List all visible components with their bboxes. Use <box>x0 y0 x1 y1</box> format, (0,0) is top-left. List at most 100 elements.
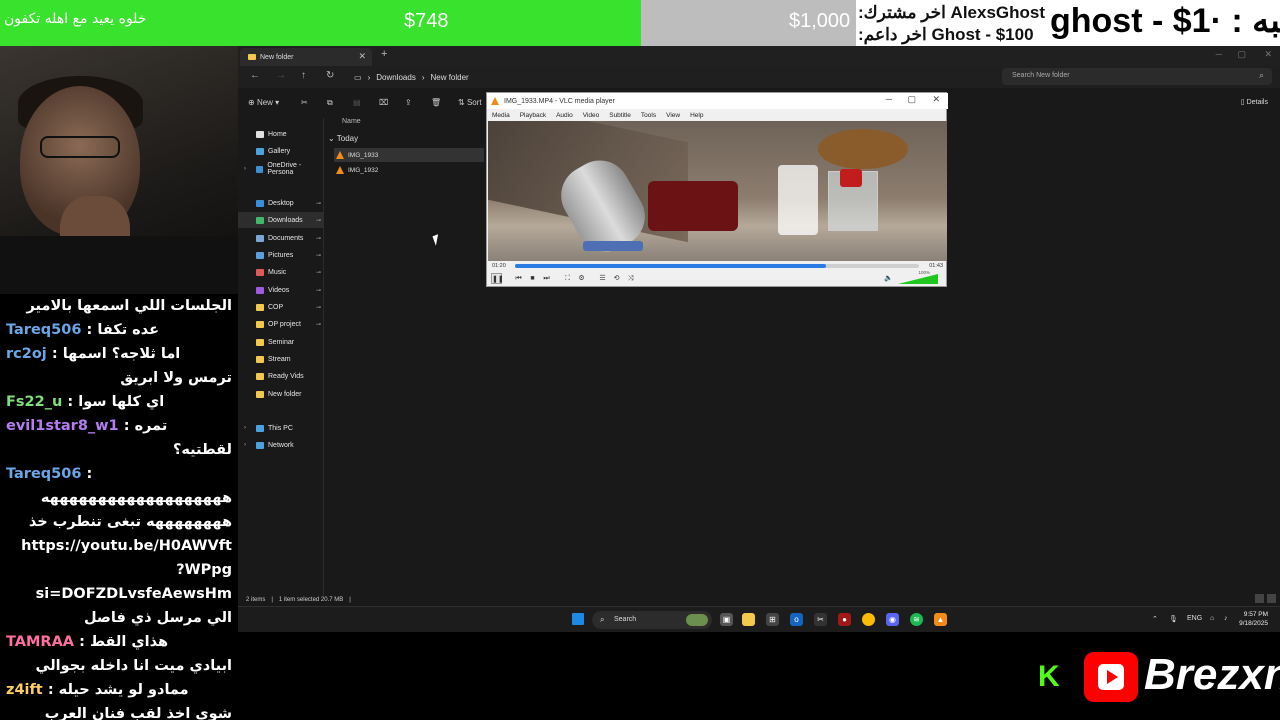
close-tab-icon[interactable]: ✕ <box>358 51 366 62</box>
folder-icon <box>256 286 264 294</box>
nav-item-new-folder[interactable]: New folder <box>238 386 324 402</box>
playlist-icon[interactable]: ☰ <box>597 273 608 284</box>
extended-settings-icon[interactable]: ⚙ <box>576 273 587 284</box>
nav-item-downloads[interactable]: Downloads ⊸ <box>238 212 324 228</box>
chat-username[interactable]: z4ift <box>6 682 43 698</box>
vlc-menu-subtitle[interactable]: Subtitle <box>609 112 631 119</box>
vlc-video-frame[interactable] <box>488 121 947 261</box>
vlc-menu-audio[interactable]: Audio <box>556 112 573 119</box>
capcut-icon[interactable]: ✂ <box>814 613 827 626</box>
nav-item-gallery[interactable]: Gallery <box>238 143 324 159</box>
file-row[interactable]: IMG_1932 <box>334 163 484 177</box>
start-icon[interactable] <box>572 613 584 625</box>
chat-username[interactable]: evil1star8_w1 <box>6 418 119 434</box>
file-explorer-icon[interactable] <box>742 613 755 626</box>
vlc-close-icon[interactable]: ✕ <box>932 94 940 105</box>
details-view-icon[interactable] <box>1255 594 1264 603</box>
share-icon[interactable]: ⇪ <box>405 98 412 107</box>
outlook-icon[interactable]: o <box>790 613 803 626</box>
stop-icon[interactable]: ■ <box>527 273 538 284</box>
chat-username[interactable]: rc2oj <box>6 346 47 362</box>
expand-chevron-icon[interactable]: › <box>244 166 246 172</box>
nav-item-music[interactable]: Music ⊸ <box>238 264 324 280</box>
expand-chevron-icon[interactable]: › <box>244 425 246 431</box>
nav-item-stream[interactable]: Stream <box>238 351 324 367</box>
chrome-icon[interactable] <box>862 613 875 626</box>
group-header-today[interactable]: ⌄ Today <box>328 134 358 143</box>
paste-icon[interactable]: ▤ <box>353 98 361 107</box>
speaker-icon[interactable]: ♪ <box>1224 615 1228 622</box>
back-icon[interactable]: ← <box>250 70 260 81</box>
copy-icon[interactable]: ⧉ <box>327 98 333 108</box>
vlc-taskbar-icon[interactable]: ▲ <box>934 613 947 626</box>
rename-icon[interactable]: ⌧ <box>379 98 388 107</box>
minimize-icon[interactable]: ─ <box>1216 49 1222 59</box>
add-tab-icon[interactable]: + <box>381 48 387 60</box>
vlc-menu-help[interactable]: Help <box>690 112 703 119</box>
language-indicator[interactable]: ENG <box>1187 615 1202 622</box>
taskbar-search[interactable]: ⌕ Search <box>592 611 712 629</box>
vlc-maximize-icon[interactable]: ▢ <box>907 94 916 105</box>
spotify-icon[interactable]: ≋ <box>910 613 923 626</box>
tab-new-folder[interactable]: New folder ✕ <box>240 48 372 66</box>
forward-icon[interactable]: → <box>276 70 286 81</box>
volume-slider[interactable]: 100% <box>898 270 938 284</box>
vlc-seek-track[interactable] <box>515 264 919 268</box>
vlc-menu-playback[interactable]: Playback <box>520 112 546 119</box>
loop-icon[interactable]: ⟲ <box>611 273 622 284</box>
nav-item-seminar[interactable]: Seminar <box>238 334 324 350</box>
sort-button[interactable]: ⇅ Sort <box>458 98 482 107</box>
chat-username[interactable]: Fs22_u <box>6 394 62 410</box>
store-icon[interactable]: ⊞ <box>766 613 779 626</box>
nav-item-ready-vids[interactable]: Ready Vids <box>238 368 324 384</box>
new-button[interactable]: ⊕ New ▾ <box>248 98 279 107</box>
search-input[interactable]: Search New folder ⌕ <box>1002 68 1272 85</box>
nav-item-op-project[interactable]: OP project ⊸ <box>238 316 324 332</box>
nav-item-pictures[interactable]: Pictures ⊸ <box>238 247 324 263</box>
details-button[interactable]: ▯ Details <box>1241 98 1268 106</box>
next-icon[interactable]: ⏭ <box>541 273 552 284</box>
file-row[interactable]: IMG_1933 <box>334 148 484 162</box>
nav-item-this-pc[interactable]: › This PC <box>238 420 324 436</box>
column-header-name[interactable]: Name <box>342 118 361 125</box>
nav-item-cop[interactable]: COP ⊸ <box>238 299 324 315</box>
taskbar-clock[interactable]: 9:57 PM 9/18/2025 <box>1239 610 1268 628</box>
chat-message: هههههههههههههههههههه <box>6 486 232 510</box>
nav-item-home[interactable]: Home <box>238 126 324 142</box>
volume-icon[interactable]: 🔈 <box>883 273 894 284</box>
maximize-icon[interactable]: ▢ <box>1237 49 1246 60</box>
expand-chevron-icon[interactable]: › <box>244 442 246 448</box>
delete-icon[interactable]: 🗑 <box>431 98 441 107</box>
breadcrumb-new-folder[interactable]: New folder <box>430 73 468 82</box>
task-view-icon[interactable]: ▣ <box>720 613 733 626</box>
microphone-icon[interactable]: 🎙 <box>1169 615 1178 623</box>
chat-username[interactable]: Tareq506 <box>6 322 81 338</box>
chat-username[interactable]: TAMRAA <box>6 634 74 650</box>
discord-icon[interactable]: ◉ <box>886 613 899 626</box>
up-icon[interactable]: ↑ <box>301 70 306 81</box>
chat-text: شوي اخذ لقب فنان العرب <box>44 706 232 720</box>
network-icon[interactable]: ⌂ <box>1210 615 1214 622</box>
vlc-minimize-icon[interactable]: ─ <box>886 94 892 104</box>
shuffle-icon[interactable]: ⤨ <box>625 273 636 284</box>
nav-item-onedrive-persona[interactable]: › OneDrive - Persona <box>238 161 324 177</box>
tiles-view-icon[interactable] <box>1267 594 1276 603</box>
previous-icon[interactable]: ⏮ <box>513 273 524 284</box>
cut-icon[interactable]: ✂ <box>301 98 308 107</box>
nav-item-desktop[interactable]: Desktop ⊸ <box>238 195 324 211</box>
refresh-icon[interactable]: ↻ <box>326 70 334 81</box>
breadcrumb-downloads[interactable]: Downloads <box>376 73 416 82</box>
tray-overflow-icon[interactable]: ⌃ <box>1152 615 1158 623</box>
close-window-icon[interactable]: ✕ <box>1264 49 1272 60</box>
vlc-menu-tools[interactable]: Tools <box>641 112 656 119</box>
vlc-menu-video[interactable]: Video <box>583 112 600 119</box>
nav-item-videos[interactable]: Videos ⊸ <box>238 282 324 298</box>
fullscreen-icon[interactable]: ⛶ <box>562 273 573 284</box>
obs-icon[interactable]: ● <box>838 613 851 626</box>
nav-item-network[interactable]: › Network <box>238 437 324 453</box>
vlc-menu-view[interactable]: View <box>666 112 680 119</box>
chat-username[interactable]: Tareq506 <box>6 466 81 482</box>
vlc-menu-media[interactable]: Media <box>492 112 510 119</box>
nav-item-documents[interactable]: Documents ⊸ <box>238 230 324 246</box>
pause-icon[interactable]: ❚❚ <box>491 273 504 284</box>
